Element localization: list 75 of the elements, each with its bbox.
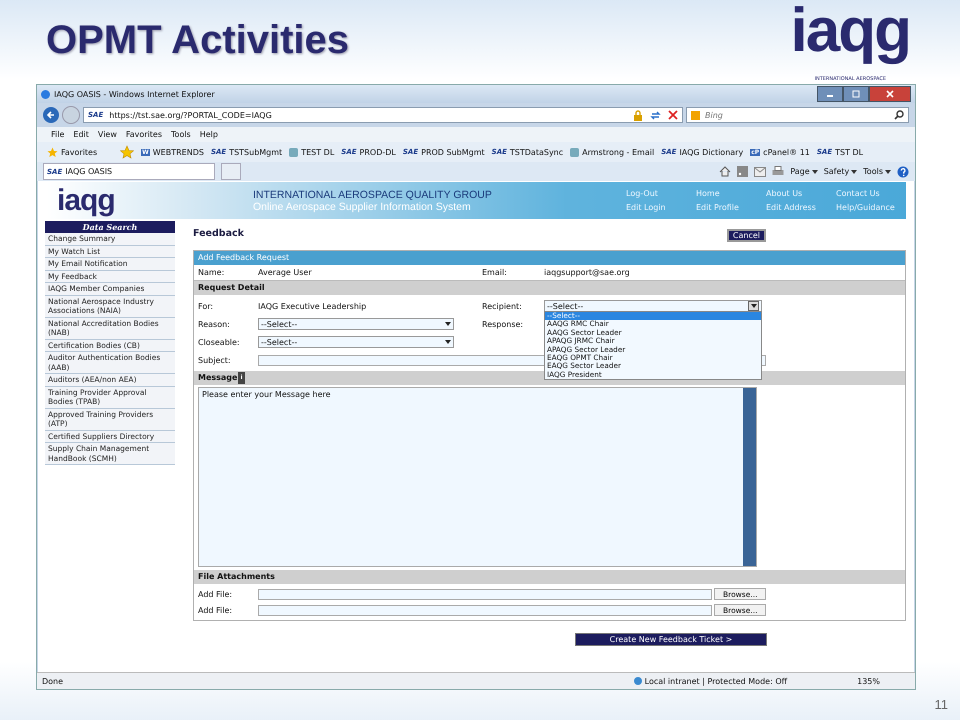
search-bar[interactable]: Bing (686, 107, 909, 123)
site-subtitle: Online Aerospace Supplier Information System (253, 200, 472, 212)
caret-icon (885, 170, 891, 174)
favorite-link[interactable]: TEST DL (289, 148, 334, 156)
caret-icon (851, 170, 858, 174)
favorites-button[interactable]: Favorites (47, 146, 114, 158)
field-value: IAQG Executive Leadership (258, 302, 368, 310)
menu-item[interactable]: Favorites (126, 130, 162, 139)
close-icon (885, 90, 895, 98)
menu-item[interactable]: Tools (171, 130, 191, 139)
toolbar-menu[interactable]: Safety (824, 167, 858, 176)
field-label: Closeable: (198, 338, 241, 346)
cancel-button[interactable]: Cancel (726, 228, 766, 242)
help-icon[interactable] (897, 166, 909, 178)
stop-icon[interactable] (668, 110, 678, 120)
site-title: INTERNATIONAL AEROSPACE QUALITY GROUP (253, 188, 493, 200)
field-value: Average User (258, 268, 313, 277)
status-text: Done (42, 676, 64, 686)
toolbar-menu[interactable]: Tools (863, 167, 891, 176)
back-arrow-icon (46, 110, 56, 120)
reason-dropdown[interactable]: --Select-- (258, 318, 454, 330)
close-button[interactable] (869, 86, 911, 102)
field-label: Recipient: (482, 302, 523, 310)
minimize-button[interactable] (817, 86, 843, 102)
security-zone: Local intranet | Protected Mode: Off (634, 676, 848, 686)
section-header: Request Detail (194, 281, 905, 295)
field-value: iaqgsupport@sae.org (544, 268, 631, 277)
section-header: File Attachments (194, 570, 905, 584)
home-icon[interactable] (719, 166, 732, 177)
field-label: Reason: (198, 320, 231, 328)
maximize-button[interactable] (843, 86, 869, 102)
field-label: Subject: (198, 356, 232, 364)
field-label: Email: (482, 268, 508, 277)
slide-title: OPMT Activities (46, 18, 350, 63)
site-logo: iaqg (56, 184, 116, 218)
field-label: Add File: (198, 590, 234, 598)
message-field[interactable]: Please enter your Message here (198, 387, 757, 567)
form-title: Add Feedback Request (194, 251, 905, 265)
mail-icon[interactable] (754, 166, 766, 176)
search-icon[interactable] (894, 110, 904, 120)
caret-icon (445, 322, 451, 326)
page-number: 11 (934, 697, 948, 712)
closeable-dropdown[interactable]: --Select-- (258, 336, 454, 348)
file-path-field[interactable] (258, 604, 712, 616)
zoom-level[interactable]: 135% (857, 676, 910, 686)
field-label: Name: (198, 268, 226, 277)
field-label: For: (198, 302, 214, 310)
create-ticket-button[interactable]: Create New Feedback Ticket > (575, 633, 767, 646)
menu-item[interactable]: View (98, 130, 117, 139)
printer-icon[interactable] (772, 166, 784, 177)
field-label: Response: (482, 320, 524, 328)
recipient-dropdown[interactable]: --Select-- (544, 300, 762, 312)
section-header: Message (198, 372, 238, 384)
add-favorite-icon[interactable] (120, 145, 134, 159)
menu-item[interactable]: File (51, 130, 64, 139)
caret-icon (750, 304, 756, 308)
file-path-field[interactable] (258, 588, 712, 600)
maximize-icon (851, 90, 861, 98)
favorite-link[interactable]: Armstrong - Email (570, 148, 654, 156)
field-label: Add File: (198, 606, 234, 614)
caret-icon (445, 340, 451, 344)
sidebar-header: Data Search (45, 221, 175, 233)
toolbar-menu[interactable]: Page (790, 167, 818, 176)
refresh-icon[interactable] (650, 110, 661, 120)
browser-icon (41, 90, 50, 98)
scrollbar[interactable] (743, 388, 756, 566)
back-button[interactable] (43, 107, 59, 123)
menu-item[interactable]: Help (200, 130, 218, 139)
menu-item[interactable]: Edit (73, 130, 89, 139)
window-title: IAQG OASIS - Windows Internet Explorer (54, 90, 215, 98)
page-heading: Feedback (193, 228, 244, 238)
caret-icon (812, 170, 818, 174)
lock-icon (633, 110, 643, 120)
star-icon (47, 146, 58, 158)
search-provider-icon (691, 110, 700, 120)
